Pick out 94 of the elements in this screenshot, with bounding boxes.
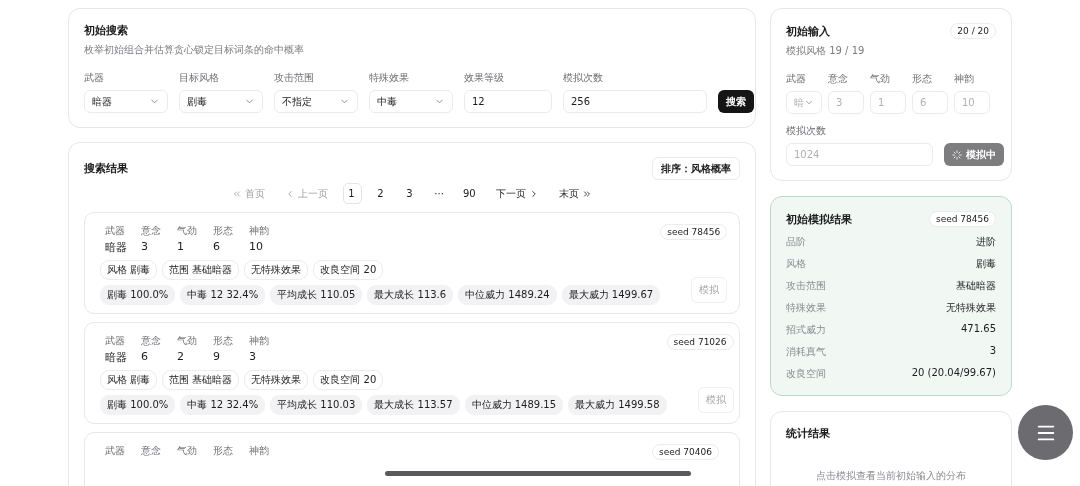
search-button[interactable]: 搜索 bbox=[718, 90, 754, 113]
stat-label: 武器 bbox=[105, 334, 126, 348]
card-title: 初始模拟结果 bbox=[786, 211, 852, 227]
row-label: 风格 bbox=[786, 257, 806, 271]
card-title: 统计结果 bbox=[786, 426, 831, 441]
stat-label: 气劲 bbox=[177, 224, 198, 238]
metric-tag: 中位威力 1489.15 bbox=[464, 395, 564, 415]
tag: 无特殊效果 bbox=[244, 260, 309, 280]
row-value: 3 bbox=[989, 345, 996, 358]
stat-label: 武器 bbox=[105, 224, 126, 238]
row-label: 品阶 bbox=[786, 235, 806, 249]
metric-tag: 剧毒 100.0% bbox=[100, 285, 176, 305]
sort-button[interactable]: 排序：风格概率 bbox=[652, 157, 740, 180]
row-label: 改良空间 bbox=[786, 367, 826, 381]
ellipsis-text: ··· bbox=[433, 188, 445, 199]
field-label: 武器 bbox=[84, 71, 105, 85]
stat-label: 武器 bbox=[105, 444, 126, 458]
row-label: 消耗真气 bbox=[786, 345, 826, 359]
stat-value: 1 bbox=[177, 240, 185, 253]
stat-label: 形态 bbox=[213, 334, 234, 348]
field-label: 模拟次数 bbox=[563, 71, 604, 85]
pagination-button[interactable]: 1 bbox=[343, 183, 363, 204]
double-chevron-left-icon bbox=[232, 188, 243, 199]
stat-label: 气劲 bbox=[177, 444, 198, 458]
card-title: 初始搜索 bbox=[84, 23, 129, 38]
field-label: 气劲 bbox=[870, 72, 891, 86]
card-title: 初始输入 bbox=[786, 23, 830, 39]
select-field[interactable]: 剧毒 bbox=[179, 90, 263, 113]
stat-value: 3 bbox=[249, 350, 257, 363]
tag: 范围 基础暗器 bbox=[162, 370, 240, 390]
row-label: 招式威力 bbox=[786, 323, 826, 337]
menu-button[interactable] bbox=[1018, 405, 1073, 460]
hint-text: 点击模拟查看当前初始输入的分布 bbox=[815, 469, 967, 483]
metric-tag: 最大成长 113.57 bbox=[367, 395, 460, 415]
stat-label: 形态 bbox=[213, 444, 234, 458]
select-field[interactable]: 不指定 bbox=[274, 90, 358, 113]
stat-value: 2 bbox=[177, 350, 185, 363]
field-label: 模拟次数 bbox=[786, 124, 827, 138]
metric-tag: 中毒 12 32.4% bbox=[180, 395, 266, 415]
row-value: 471.65 bbox=[961, 323, 996, 336]
row-value: 无特殊效果 bbox=[946, 301, 996, 315]
spinner-icon bbox=[952, 149, 962, 160]
stat-value: 6 bbox=[141, 350, 149, 363]
stat-label: 神韵 bbox=[249, 444, 270, 458]
stat-label: 神韵 bbox=[249, 224, 270, 238]
row-label: 特殊效果 bbox=[786, 301, 826, 315]
stat-label: 意念 bbox=[141, 334, 162, 348]
seed-tag: seed 78456 bbox=[929, 211, 996, 227]
row-value: 剧毒 bbox=[976, 257, 996, 271]
tag: 改良空间 20 bbox=[313, 370, 384, 390]
field-label: 攻击范围 bbox=[274, 71, 315, 85]
metric-tag: 剧毒 100.0% bbox=[100, 395, 176, 415]
field-label: 意念 bbox=[828, 72, 849, 86]
field-label: 形态 bbox=[912, 72, 933, 86]
row-value: 进阶 bbox=[976, 235, 996, 249]
metric-tag: 最大成长 113.6 bbox=[367, 285, 454, 305]
select-field[interactable]: 中毒 bbox=[369, 90, 453, 113]
input-field[interactable]: 12 bbox=[464, 90, 552, 113]
field-label: 特殊效果 bbox=[369, 71, 410, 85]
row-value: 基础暗器 bbox=[956, 279, 996, 293]
card-subtitle: 模拟风格 19 / 19 bbox=[786, 44, 866, 58]
card-subtitle: 枚举初始组合并估算贪心锁定目标词条的命中概率 bbox=[84, 43, 305, 57]
stat-label: 形态 bbox=[213, 224, 234, 238]
field-label: 目标风格 bbox=[179, 71, 220, 85]
field-label: 效果等级 bbox=[464, 71, 505, 85]
stat-label: 神韵 bbox=[249, 334, 270, 348]
select-field[interactable]: 暗器 bbox=[84, 90, 168, 113]
stat-value: 暗器 bbox=[105, 350, 127, 365]
stat-value: 9 bbox=[213, 350, 221, 363]
tag: 无特殊效果 bbox=[244, 370, 309, 390]
stat-label: 意念 bbox=[141, 444, 162, 458]
metric-tag: 中位威力 1489.24 bbox=[458, 285, 557, 305]
row-value: 20 (20.04/99.67) bbox=[911, 367, 996, 380]
stat-value: 10 bbox=[249, 240, 264, 253]
tag: 改良空间 20 bbox=[313, 260, 384, 280]
input-field[interactable]: 256 bbox=[563, 90, 707, 113]
card-title: 搜索结果 bbox=[84, 161, 128, 176]
field-label: 神韵 bbox=[954, 72, 975, 86]
field-label: 武器 bbox=[786, 72, 807, 86]
metric-tag: 中毒 12 32.4% bbox=[180, 285, 266, 305]
metric-tag: 最大威力 1499.67 bbox=[561, 285, 661, 305]
double-chevron-right-icon bbox=[581, 188, 592, 199]
tag: 风格 剧毒 bbox=[100, 370, 158, 390]
metric-tag: 平均成长 110.05 bbox=[270, 285, 363, 305]
metric-tag: 最大威力 1499.58 bbox=[568, 395, 667, 415]
row-label: 攻击范围 bbox=[786, 279, 826, 293]
tag: 范围 基础暗器 bbox=[162, 260, 240, 280]
stat-value: 3 bbox=[141, 240, 149, 253]
stat-label: 气劲 bbox=[177, 334, 198, 348]
stat-label: 意念 bbox=[141, 224, 162, 238]
tag: 风格 剧毒 bbox=[100, 260, 158, 280]
stat-value: 6 bbox=[213, 240, 221, 253]
metric-tag: 平均成长 110.03 bbox=[270, 395, 363, 415]
stat-value: 暗器 bbox=[105, 240, 127, 255]
